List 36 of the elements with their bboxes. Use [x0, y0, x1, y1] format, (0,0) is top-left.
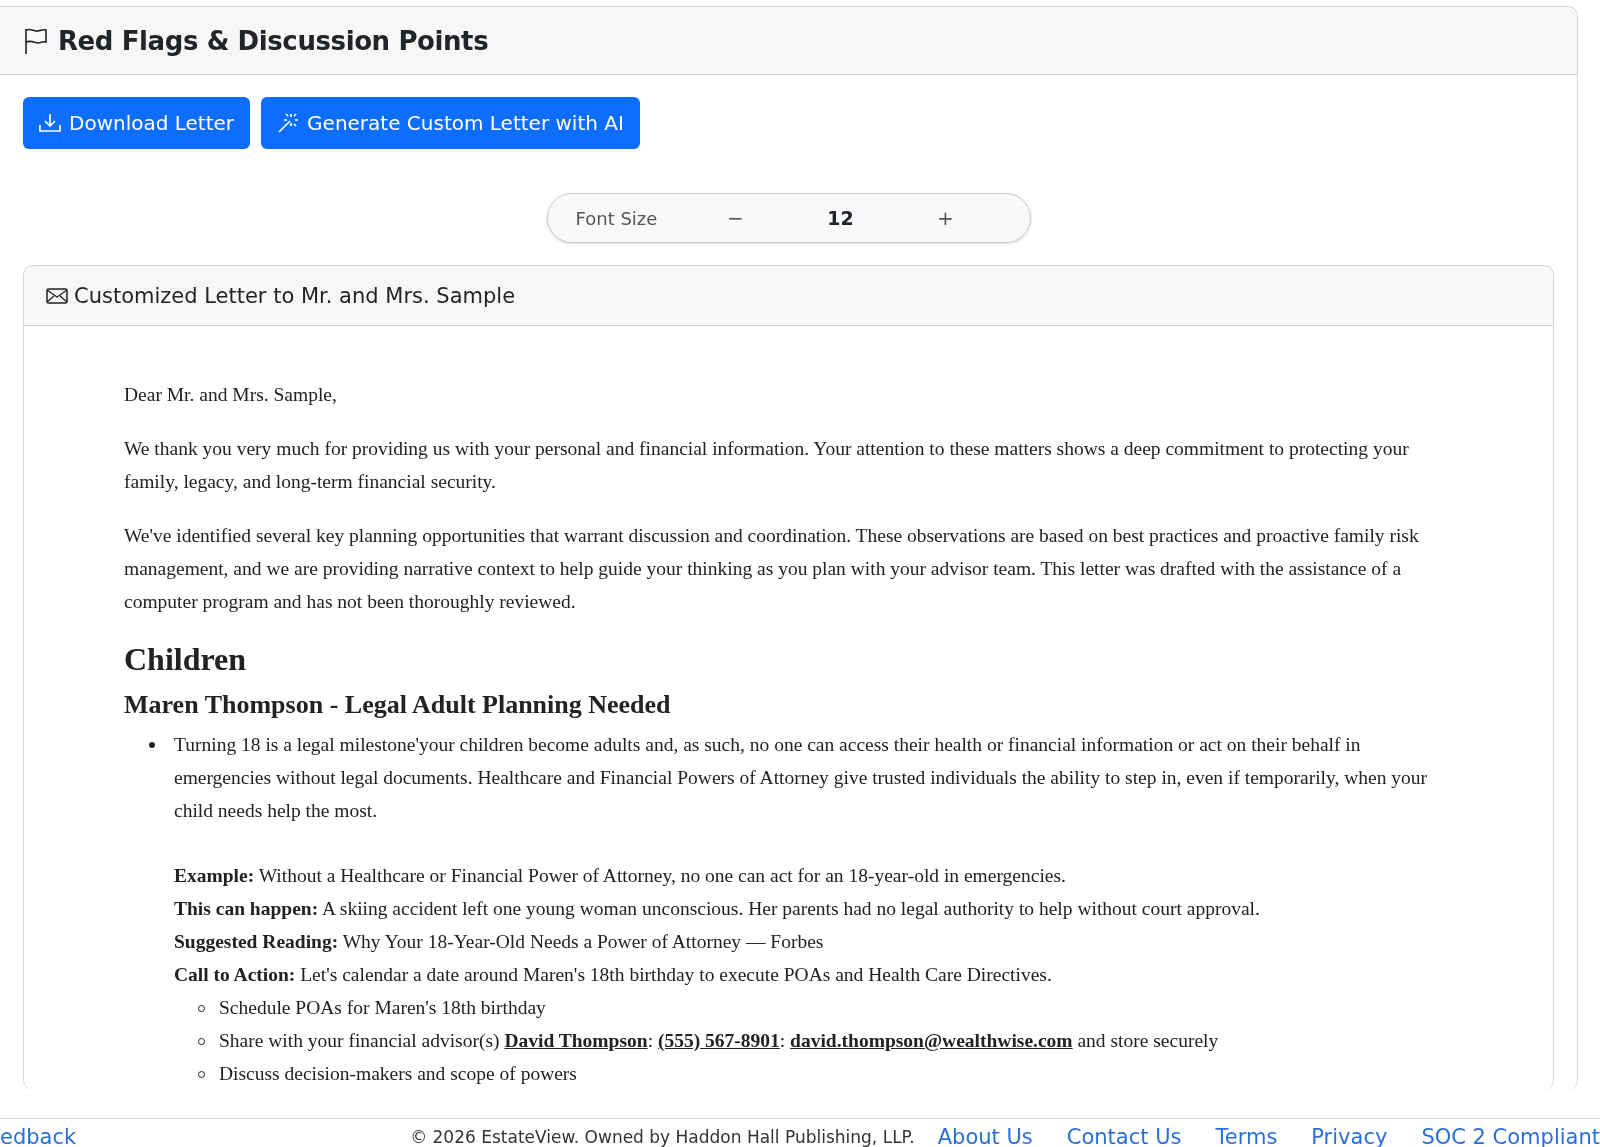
- detail-text: This can happen: A skiing accident left one young woman unconscious. Her parents had no legal authority to help without court approval.: [174, 897, 1261, 921]
- magic-wand-icon: [277, 112, 300, 134]
- flag-icon: [24, 26, 48, 55]
- download-letter-button[interactable]: Download Letter: [23, 97, 251, 149]
- font-size-label: Font Size: [575, 207, 659, 229]
- detail-text: Suggested Reading: Why Your 18-Year-Old Needs a Power of Attorney — Forbes: [174, 930, 825, 954]
- footer-link[interactable]: Terms: [1215, 1124, 1278, 1147]
- footer-link[interactable]: About Us: [937, 1124, 1033, 1147]
- footer-link[interactable]: Privacy: [1311, 1124, 1388, 1147]
- footer-link[interactable]: SOC 2 Compliant: [1421, 1124, 1600, 1147]
- copyright-text: © 2026 EstateView. Owned by Haddon Hall Publishing, LLP.: [410, 1126, 916, 1147]
- task-text: Share with your financial advisor(s) David Thompson: (555) 567-8901: david.thompson@wealthwise.com and store securely: [219, 1029, 1219, 1053]
- detail-text: Call to Action: Let's calendar a date around Maren's 18th birthday to execute POAs and Health Care Directives.: [174, 963, 1053, 987]
- subsection-heading: Maren Thompson - Legal Adult Planning Needed: [124, 689, 672, 721]
- task-text: Discuss decision-makers and scope of powers: [219, 1062, 577, 1086]
- letter-paragraph: We thank you very much for providing us with your personal and financial information. Your attention to these matters shows a deep commitment to protecting your family, legacy, and long-term financial security.: [124, 437, 1410, 494]
- contact-link[interactable]: david.thompson@wealthwise.com: [790, 1030, 1073, 1051]
- generate-letter-button[interactable]: Generate Custom Letter with AI: [261, 97, 640, 149]
- greeting-text: Dear Mr. and Mrs. Sample,: [124, 383, 338, 407]
- detail-text: Example: Without a Healthcare or Financial Power of Attorney, no one can act for an 18-year-old in emergencies.: [174, 864, 1067, 888]
- decrease-button[interactable]: −: [715, 206, 756, 230]
- increase-button[interactable]: +: [925, 206, 966, 230]
- contact-link[interactable]: (555) 567-8901: [657, 1030, 780, 1051]
- font-size-value: 12: [826, 207, 855, 229]
- feedback-link[interactable]: edback: [0, 1124, 411, 1147]
- envelope-icon: [46, 287, 68, 304]
- download-icon: [39, 113, 61, 133]
- task-text: Schedule POAs for Maren's 18th birthday: [219, 996, 546, 1020]
- panel-title: Red Flags & Discussion Points: [58, 25, 489, 56]
- footer-link[interactable]: Contact Us: [1066, 1124, 1182, 1147]
- contact-link[interactable]: David Thompson: [504, 1030, 648, 1051]
- letter-paragraph: We've identified several key planning opportunities that warrant discussion and coordination. These observations are based on best practices and proactive family risk management, and we are providing narrative context to help guide your thinking as you plan with your advisor team. This letter was drafted with the assistance of a computer program and has not been thoroughly reviewed.: [124, 524, 1420, 614]
- section-heading: Children: [124, 640, 248, 679]
- bullet-text: Turning 18 is a legal milestone'your children become adults and, as such, no one can access their health or financial information or act on their behalf in emergencies without legal documents. Healthcare and Financial Powers of Attorney give trusted individuals the ability to step in, even if temporarily, when your child needs help the most.: [174, 733, 1429, 823]
- bullet-icon: [149, 742, 155, 748]
- letter-title: Customized Letter to Mr. and Mrs. Sample: [74, 283, 516, 308]
